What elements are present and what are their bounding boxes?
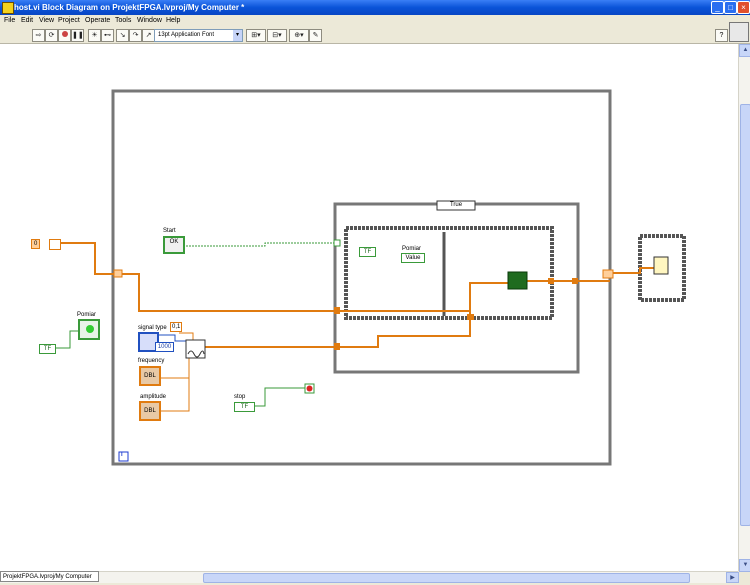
menu-window[interactable]: Window <box>137 16 162 26</box>
clean-up-diagram-icon[interactable]: ✎ <box>309 29 322 42</box>
close-reference-node[interactable] <box>653 256 669 275</box>
help-icon[interactable]: ? <box>715 29 728 42</box>
close-button[interactable]: × <box>737 1 750 14</box>
wire-constant-to-loop <box>61 242 118 275</box>
menu-tools[interactable]: Tools <box>115 16 131 26</box>
step-into-icon[interactable]: ↘ <box>116 29 129 42</box>
project-context-field: ProjektFPGA.lvproj/My Computer <box>0 571 99 582</box>
pomiar-inner-label: Pomiar <box>402 246 422 252</box>
case-tunnel-start <box>333 239 341 247</box>
vi-icon <box>729 22 749 42</box>
reference-constant[interactable] <box>49 239 61 250</box>
start-label: Start <box>163 228 176 234</box>
frequency-label: frequency <box>138 358 165 364</box>
menu-project[interactable]: Project <box>58 16 80 26</box>
case-tunnel-reference <box>334 307 340 314</box>
labview-app-icon <box>2 2 14 14</box>
menu-file[interactable]: File <box>4 16 15 26</box>
menu-bar: File Edit View Project Operate Tools Win… <box>0 15 750 27</box>
frequency-control-terminal[interactable]: DBL <box>139 366 161 386</box>
pomiar-led-terminal[interactable] <box>78 319 100 340</box>
font-selector-value: 13pt Application Font <box>158 32 215 38</box>
sequence-tunnel <box>467 314 474 320</box>
horizontal-scroll-thumb[interactable] <box>203 573 690 583</box>
bool-constant-pomiar[interactable]: TF <box>39 344 56 354</box>
align-objects-icon[interactable]: ⊞▾ <box>246 29 266 42</box>
signal-type-label: signal type <box>138 325 167 331</box>
tunnel-right <box>602 269 614 279</box>
wire-pomiar-bool <box>55 330 80 349</box>
constant-1000[interactable]: 1000 <box>155 342 174 352</box>
run-arrow-icon[interactable]: ⇨ <box>32 29 45 42</box>
case-selector-label[interactable]: True <box>439 201 473 209</box>
scroll-up-icon[interactable]: ▲ <box>739 44 750 57</box>
maximize-button[interactable]: □ <box>724 1 737 14</box>
font-selector[interactable]: 13pt Application Font ▾ <box>154 29 243 42</box>
stop-condition-icon <box>306 385 313 392</box>
window-title: host.vi Block Diagram on ProjektFPGA.lvp… <box>14 3 245 12</box>
scroll-down-icon[interactable]: ▼ <box>739 559 750 572</box>
case-output-tunnel <box>572 278 578 284</box>
menu-operate[interactable]: Operate <box>85 16 110 26</box>
chevron-down-icon: ▾ <box>233 30 242 41</box>
numeric-constant-0[interactable]: 0 <box>31 239 41 249</box>
menu-view[interactable]: View <box>39 16 54 26</box>
scroll-right-icon[interactable]: ▶ <box>726 572 739 583</box>
minimize-button[interactable]: _ <box>711 1 724 14</box>
simulate-signal-express-vi[interactable] <box>185 339 206 359</box>
start-button-terminal[interactable]: OK <box>163 236 185 254</box>
toolbar: ⇨ ⟳ ❚❚ ☀ ⊷ ↘ ↷ ↗ 13pt Application Font ▾… <box>0 27 750 44</box>
project-context-text: ProjektFPGA.lvproj/My Computer <box>3 574 92 580</box>
highlight-execution-icon[interactable]: ☀ <box>88 29 101 42</box>
sequence-output-tunnel <box>548 278 554 284</box>
bool-constant-inner[interactable]: TF <box>359 247 376 257</box>
amplitude-control-terminal[interactable]: DBL <box>139 401 161 421</box>
horizontal-scrollbar[interactable]: ▶ <box>0 571 739 583</box>
menu-edit[interactable]: Edit <box>21 16 33 26</box>
step-over-icon[interactable]: ↷ <box>129 29 142 42</box>
diagram-wires <box>55 89 686 466</box>
tunnel-left <box>113 269 123 278</box>
abort-icon[interactable] <box>58 29 71 42</box>
title-bar: host.vi Block Diagram on ProjektFPGA.lvp… <box>0 0 750 15</box>
run-continuously-icon[interactable]: ⟳ <box>45 29 58 42</box>
block-diagram-canvas[interactable] <box>0 44 738 571</box>
pause-icon[interactable]: ❚❚ <box>71 29 84 42</box>
case-tunnel-signal <box>334 343 340 350</box>
vertical-scroll-thumb[interactable] <box>740 104 750 526</box>
menu-help[interactable]: Help <box>166 16 180 26</box>
reorder-icon[interactable]: ⊕▾ <box>289 29 309 42</box>
stop-control-terminal[interactable]: TF <box>234 402 255 412</box>
led-icon <box>86 325 94 333</box>
iteration-label: i <box>121 452 123 458</box>
pomiar-property-node[interactable]: Value <box>401 253 425 263</box>
constant-0-1[interactable]: 0,1 <box>170 322 183 332</box>
amplitude-label: amplitude <box>140 394 167 400</box>
fpga-method-node[interactable] <box>507 271 528 290</box>
stop-label: stop <box>234 394 246 400</box>
retain-wire-values-icon[interactable]: ⊷ <box>101 29 114 42</box>
distribute-objects-icon[interactable]: ⊟▾ <box>267 29 287 42</box>
pomiar-label: Pomiar <box>77 312 97 318</box>
pomiar-property-value: Value <box>405 255 421 261</box>
vertical-scrollbar[interactable]: ▲ ▼ <box>738 44 750 572</box>
